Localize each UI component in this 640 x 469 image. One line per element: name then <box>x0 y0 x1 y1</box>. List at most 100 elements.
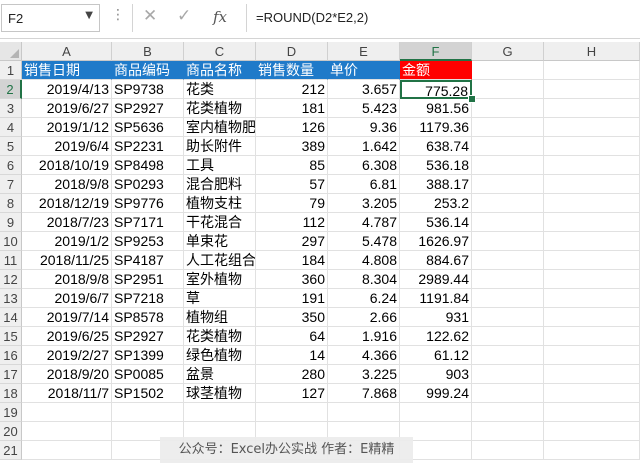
table-cell[interactable]: 2019/6/27 <box>22 99 112 118</box>
check-icon[interactable]: ✓ <box>177 6 191 26</box>
row-header-14[interactable]: 14 <box>0 308 22 327</box>
table-cell[interactable]: SP2951 <box>112 270 184 289</box>
table-cell[interactable]: 2018/9/8 <box>22 270 112 289</box>
header-cell[interactable]: 销售数量 <box>256 61 328 80</box>
table-cell[interactable]: 2018/10/19 <box>22 156 112 175</box>
table-cell[interactable]: 绿色植物 <box>184 346 256 365</box>
table-cell[interactable]: 14 <box>256 346 328 365</box>
row-header-12[interactable]: 12 <box>0 270 22 289</box>
column-header-h[interactable]: H <box>544 42 640 61</box>
cell[interactable] <box>544 118 640 137</box>
table-cell[interactable]: 127 <box>256 384 328 403</box>
table-cell[interactable]: 2018/9/20 <box>22 365 112 384</box>
table-cell[interactable]: SP9738 <box>112 80 184 99</box>
table-cell[interactable]: 61.12 <box>400 346 472 365</box>
table-cell[interactable]: 2018/11/25 <box>22 251 112 270</box>
table-cell[interactable]: 6.81 <box>328 175 400 194</box>
cell[interactable] <box>544 289 640 308</box>
table-cell[interactable]: 388.17 <box>400 175 472 194</box>
table-cell[interactable]: 2019/1/2 <box>22 232 112 251</box>
row-header-17[interactable]: 17 <box>0 365 22 384</box>
cell[interactable] <box>544 194 640 213</box>
cell[interactable] <box>544 99 640 118</box>
table-cell[interactable]: 2018/7/23 <box>22 213 112 232</box>
table-cell[interactable]: SP2927 <box>112 327 184 346</box>
table-cell[interactable]: 2019/4/13 <box>22 80 112 99</box>
column-header-d[interactable]: D <box>256 42 328 61</box>
table-cell[interactable]: 981.56 <box>400 99 472 118</box>
cell[interactable] <box>544 156 640 175</box>
table-cell[interactable]: 2019/7/14 <box>22 308 112 327</box>
cancel-icon[interactable]: ✕ <box>143 6 157 26</box>
cell[interactable] <box>544 175 640 194</box>
cell[interactable] <box>472 289 544 308</box>
table-cell[interactable]: 室外植物 <box>184 270 256 289</box>
table-cell[interactable]: 人工花组合 <box>184 251 256 270</box>
table-cell[interactable]: 212 <box>256 80 328 99</box>
row-header-18[interactable]: 18 <box>0 384 22 403</box>
table-cell[interactable]: 389 <box>256 137 328 156</box>
table-cell[interactable]: 85 <box>256 156 328 175</box>
table-cell[interactable]: SP2231 <box>112 137 184 156</box>
cell[interactable] <box>544 232 640 251</box>
table-cell[interactable]: 3.225 <box>328 365 400 384</box>
cell[interactable] <box>472 346 544 365</box>
table-cell[interactable]: SP1399 <box>112 346 184 365</box>
table-cell[interactable]: SP7218 <box>112 289 184 308</box>
cell[interactable] <box>472 194 544 213</box>
row-header-16[interactable]: 16 <box>0 346 22 365</box>
cell[interactable] <box>328 403 400 422</box>
cell[interactable] <box>472 232 544 251</box>
table-cell[interactable]: SP1502 <box>112 384 184 403</box>
header-cell[interactable]: 金额 <box>400 61 472 80</box>
table-cell[interactable]: SP9776 <box>112 194 184 213</box>
table-cell[interactable]: 干花混合 <box>184 213 256 232</box>
cell[interactable] <box>472 422 544 441</box>
row-header-2[interactable]: 2 <box>0 80 22 99</box>
table-cell[interactable]: SP7171 <box>112 213 184 232</box>
header-cell[interactable]: 商品编码 <box>112 61 184 80</box>
cell[interactable] <box>544 327 640 346</box>
cell[interactable] <box>472 61 544 80</box>
header-cell[interactable]: 单价 <box>328 61 400 80</box>
table-cell[interactable]: 1.916 <box>328 327 400 346</box>
table-cell[interactable]: 花类植物 <box>184 327 256 346</box>
table-cell[interactable]: 536.14 <box>400 213 472 232</box>
cell[interactable] <box>472 80 544 99</box>
table-cell[interactable]: 280 <box>256 365 328 384</box>
table-cell[interactable]: 638.74 <box>400 137 472 156</box>
name-box[interactable]: F2 ▼ <box>1 4 100 32</box>
table-cell[interactable]: SP8498 <box>112 156 184 175</box>
table-cell[interactable]: SP9253 <box>112 232 184 251</box>
table-cell[interactable]: 1.642 <box>328 137 400 156</box>
fill-handle[interactable] <box>468 95 476 103</box>
row-header-11[interactable]: 11 <box>0 251 22 270</box>
table-cell[interactable]: 1191.84 <box>400 289 472 308</box>
cell[interactable] <box>472 365 544 384</box>
table-cell[interactable]: 室内植物肥 <box>184 118 256 137</box>
select-all-corner[interactable] <box>0 42 22 61</box>
table-cell[interactable]: 2989.44 <box>400 270 472 289</box>
cell[interactable] <box>22 441 112 460</box>
table-cell[interactable]: 2018/12/19 <box>22 194 112 213</box>
table-cell[interactable]: 931 <box>400 308 472 327</box>
cell[interactable] <box>544 251 640 270</box>
cell[interactable] <box>472 137 544 156</box>
cell[interactable] <box>22 403 112 422</box>
cell[interactable] <box>472 156 544 175</box>
cell[interactable] <box>112 403 184 422</box>
cell[interactable] <box>472 118 544 137</box>
table-cell[interactable]: 8.304 <box>328 270 400 289</box>
table-cell[interactable]: 植物支柱 <box>184 194 256 213</box>
table-cell[interactable]: 球茎植物 <box>184 384 256 403</box>
table-cell[interactable]: 2018/9/8 <box>22 175 112 194</box>
cell[interactable] <box>544 403 640 422</box>
cell[interactable] <box>544 213 640 232</box>
table-cell[interactable]: 79 <box>256 194 328 213</box>
table-cell[interactable]: 4.787 <box>328 213 400 232</box>
header-cell[interactable]: 商品名称 <box>184 61 256 80</box>
table-cell[interactable]: SP8578 <box>112 308 184 327</box>
row-header-1[interactable]: 1 <box>0 61 22 80</box>
table-cell[interactable]: 工具 <box>184 156 256 175</box>
table-cell[interactable]: 混合肥料 <box>184 175 256 194</box>
